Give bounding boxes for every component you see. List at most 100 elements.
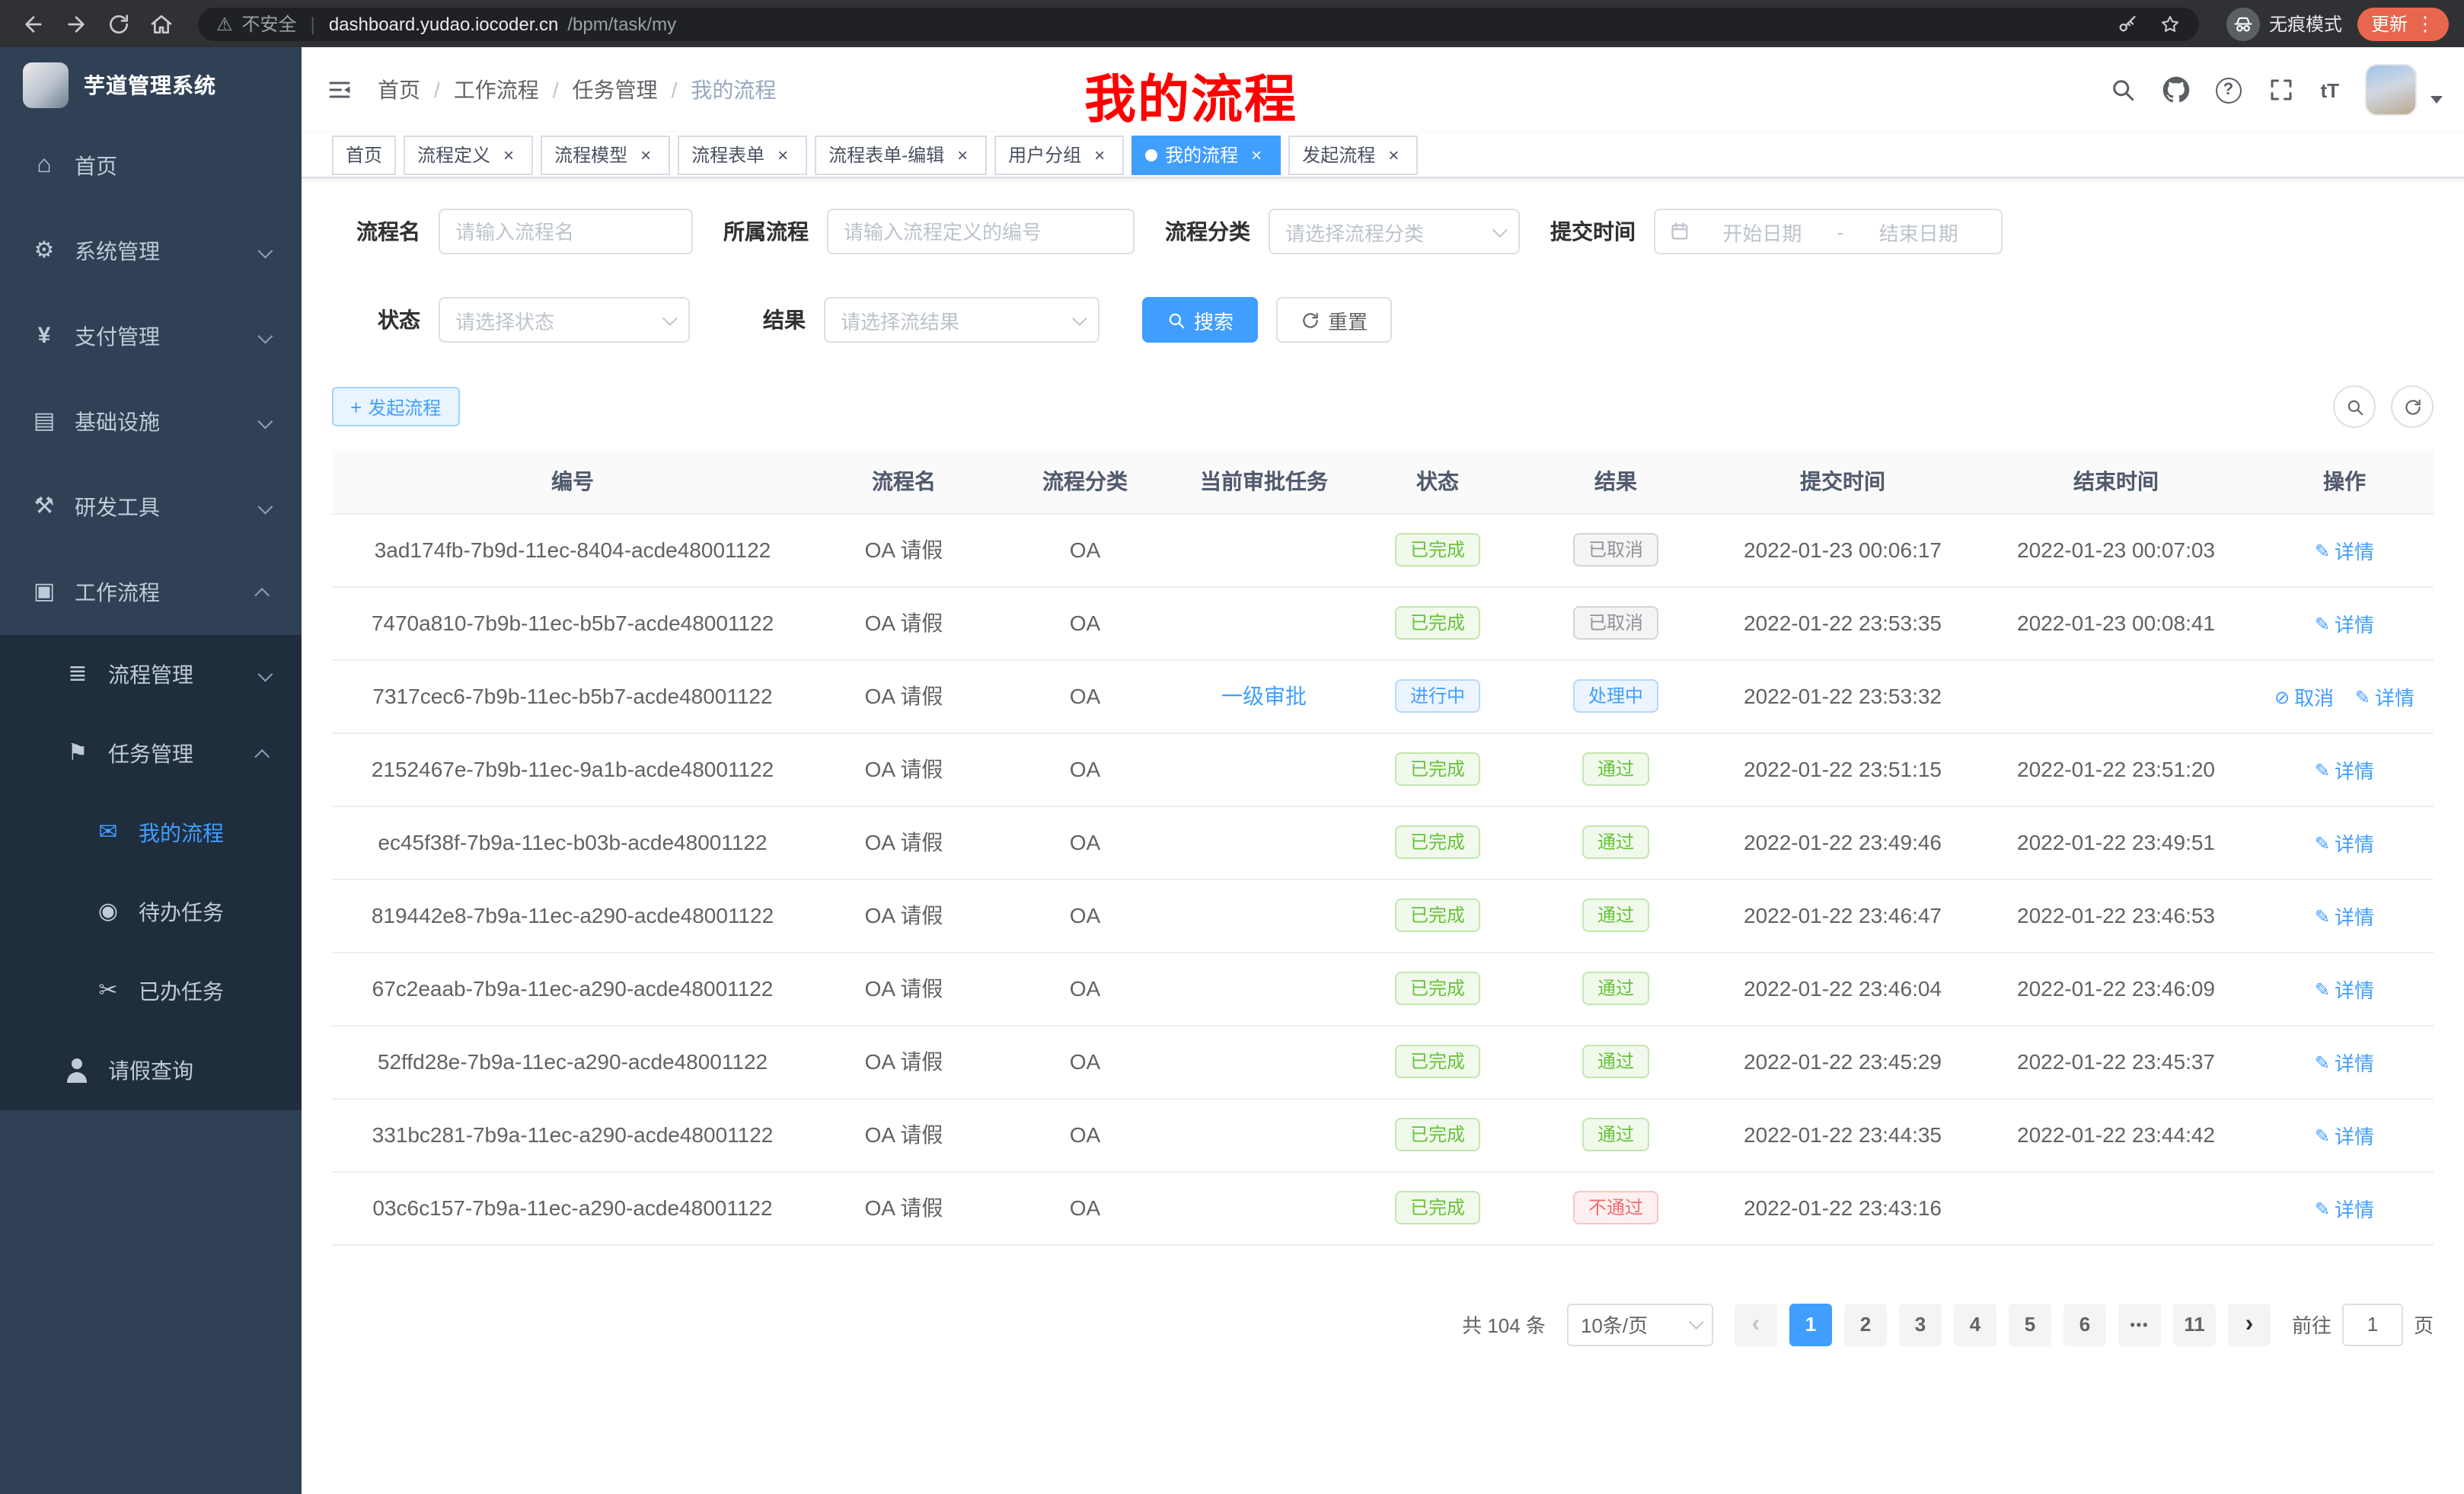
- sidebar-item[interactable]: 工作流程: [0, 550, 302, 635]
- detail-button[interactable]: 详情: [2315, 755, 2374, 784]
- result-badge: 通过: [1582, 1118, 1649, 1151]
- chat-icon: [94, 821, 122, 845]
- status-badge: 已完成: [1395, 1118, 1480, 1151]
- detail-button[interactable]: 详情: [2315, 974, 2374, 1003]
- prev-page-button[interactable]: [1735, 1303, 1777, 1346]
- detail-button[interactable]: 详情: [2315, 535, 2374, 564]
- process-name-input[interactable]: [439, 209, 693, 254]
- detail-button[interactable]: 详情: [2315, 1047, 2374, 1076]
- sidebar-item[interactable]: 我的流程: [0, 793, 302, 873]
- github-icon[interactable]: [2162, 76, 2189, 104]
- breadcrumb-item[interactable]: 首页: [378, 75, 420, 105]
- sidebar-item[interactable]: 研发工具: [0, 464, 302, 550]
- parent-process-input[interactable]: [827, 209, 1135, 254]
- close-icon[interactable]: [1246, 144, 1267, 165]
- close-icon[interactable]: [772, 144, 793, 165]
- sidebar-item[interactable]: 首页: [0, 123, 302, 209]
- page-button[interactable]: 11: [2173, 1303, 2216, 1346]
- status-select[interactable]: 请选择状态: [439, 297, 690, 343]
- page-size-select[interactable]: 10条/页: [1567, 1303, 1713, 1346]
- tab-label: 流程模型: [554, 142, 627, 168]
- refresh-button[interactable]: [2391, 385, 2434, 428]
- bookmark-star-icon[interactable]: [2159, 13, 2181, 34]
- breadcrumb-item: /: [553, 78, 559, 102]
- detail-button[interactable]: 详情: [2315, 1193, 2374, 1222]
- tab[interactable]: 流程表单-编辑: [815, 135, 987, 174]
- result-placeholder: 请选择流结果: [841, 305, 959, 334]
- hamburger-icon[interactable]: [326, 76, 353, 104]
- page-button[interactable]: 3: [1899, 1303, 1942, 1346]
- search-icon[interactable]: [2108, 76, 2136, 104]
- current-task-link[interactable]: 一级审批: [1221, 681, 1307, 711]
- sidebar-item-label: 流程管理: [108, 659, 259, 690]
- help-icon[interactable]: [2215, 77, 2241, 103]
- close-icon[interactable]: [1383, 144, 1404, 165]
- search-button[interactable]: 搜索: [1142, 297, 1258, 343]
- reset-button[interactable]: 重置: [1276, 297, 1392, 343]
- tab[interactable]: 流程模型: [541, 135, 670, 174]
- avatar[interactable]: [2365, 64, 2417, 116]
- create-process-button[interactable]: 发起流程: [332, 387, 459, 426]
- close-icon[interactable]: [635, 144, 656, 165]
- sidebar-item[interactable]: 任务管理: [0, 714, 302, 793]
- result-badge: 通过: [1582, 825, 1649, 859]
- page-button[interactable]: 5: [2009, 1303, 2051, 1346]
- page-button[interactable]: 6: [2063, 1303, 2106, 1346]
- date-end-placeholder: 结束日期: [1850, 217, 1987, 246]
- tab[interactable]: 首页: [332, 135, 396, 174]
- cancel-button[interactable]: 取消: [2274, 682, 2334, 710]
- breadcrumb-item[interactable]: 任务管理: [573, 75, 658, 105]
- update-button[interactable]: 更新: [2357, 7, 2449, 40]
- breadcrumb-item[interactable]: 工作流程: [454, 75, 539, 105]
- address-bar[interactable]: 不安全 | dashboard.yudao.iocoder.cn /bpm/ta…: [198, 7, 2199, 40]
- detail-button[interactable]: 详情: [2315, 828, 2374, 857]
- menu-dots-icon[interactable]: [2415, 11, 2435, 36]
- page-button[interactable]: 1: [1789, 1303, 1832, 1346]
- fontsize-icon[interactable]: [2320, 78, 2339, 101]
- back-button[interactable]: [15, 5, 52, 42]
- home-button[interactable]: [143, 5, 180, 42]
- detail-button[interactable]: 详情: [2355, 682, 2415, 710]
- close-icon[interactable]: [1089, 144, 1110, 165]
- reload-button[interactable]: [101, 5, 137, 42]
- detail-button[interactable]: 详情: [2315, 901, 2374, 930]
- detail-button[interactable]: 详情: [2315, 1120, 2374, 1149]
- page-list: 1 2 3 4 5 6 •••: [1783, 1303, 2222, 1346]
- tab[interactable]: 我的流程: [1131, 135, 1281, 174]
- page-button[interactable]: •••: [2118, 1303, 2161, 1346]
- close-icon[interactable]: [952, 144, 973, 165]
- date-range-picker[interactable]: 开始日期 - 结束日期: [1654, 209, 2003, 254]
- tab[interactable]: 用户分组: [994, 135, 1124, 174]
- sidebar-item[interactable]: 待办任务: [0, 873, 302, 952]
- detail-button[interactable]: 详情: [2315, 608, 2374, 637]
- goto-page-input[interactable]: [2342, 1303, 2403, 1346]
- column-header: 编号: [332, 449, 813, 513]
- password-key-icon[interactable]: [2117, 13, 2138, 34]
- search-toggle-button[interactable]: [2333, 385, 2376, 428]
- page-button[interactable]: 4: [1954, 1303, 1996, 1346]
- process-id: 3ad174fb-7b9d-11ec-8404-acde48001122: [375, 538, 771, 562]
- tab[interactable]: 流程定义: [404, 135, 533, 174]
- close-icon[interactable]: [498, 144, 519, 165]
- status-badge: 已完成: [1395, 1045, 1480, 1078]
- sidebar-item[interactable]: 流程管理: [0, 635, 302, 714]
- result-select[interactable]: 请选择流结果: [824, 297, 1100, 343]
- page-button[interactable]: 2: [1844, 1303, 1887, 1346]
- chevron-icon: [258, 413, 273, 429]
- tab[interactable]: 发起流程: [1288, 135, 1418, 174]
- sidebar-item-label: 待办任务: [139, 897, 277, 927]
- sidebar-item[interactable]: 请假查询: [0, 1031, 302, 1110]
- sidebar-item[interactable]: 系统管理: [0, 209, 302, 294]
- sidebar-item[interactable]: 基础设施: [0, 379, 302, 464]
- fullscreen-icon[interactable]: [2267, 76, 2294, 104]
- home-icon: [30, 154, 58, 178]
- tab[interactable]: 流程表单: [678, 135, 807, 174]
- forward-button[interactable]: [58, 5, 94, 42]
- process-name: OA 请假: [865, 830, 943, 854]
- next-page-button[interactable]: [2228, 1303, 2271, 1346]
- sidebar-item[interactable]: 已办任务: [0, 952, 302, 1031]
- incognito-badge: 无痕模式: [2226, 7, 2342, 40]
- category-select[interactable]: 请选择流程分类: [1269, 209, 1520, 254]
- date-separator: -: [1834, 220, 1847, 243]
- sidebar-item[interactable]: 支付管理: [0, 294, 302, 379]
